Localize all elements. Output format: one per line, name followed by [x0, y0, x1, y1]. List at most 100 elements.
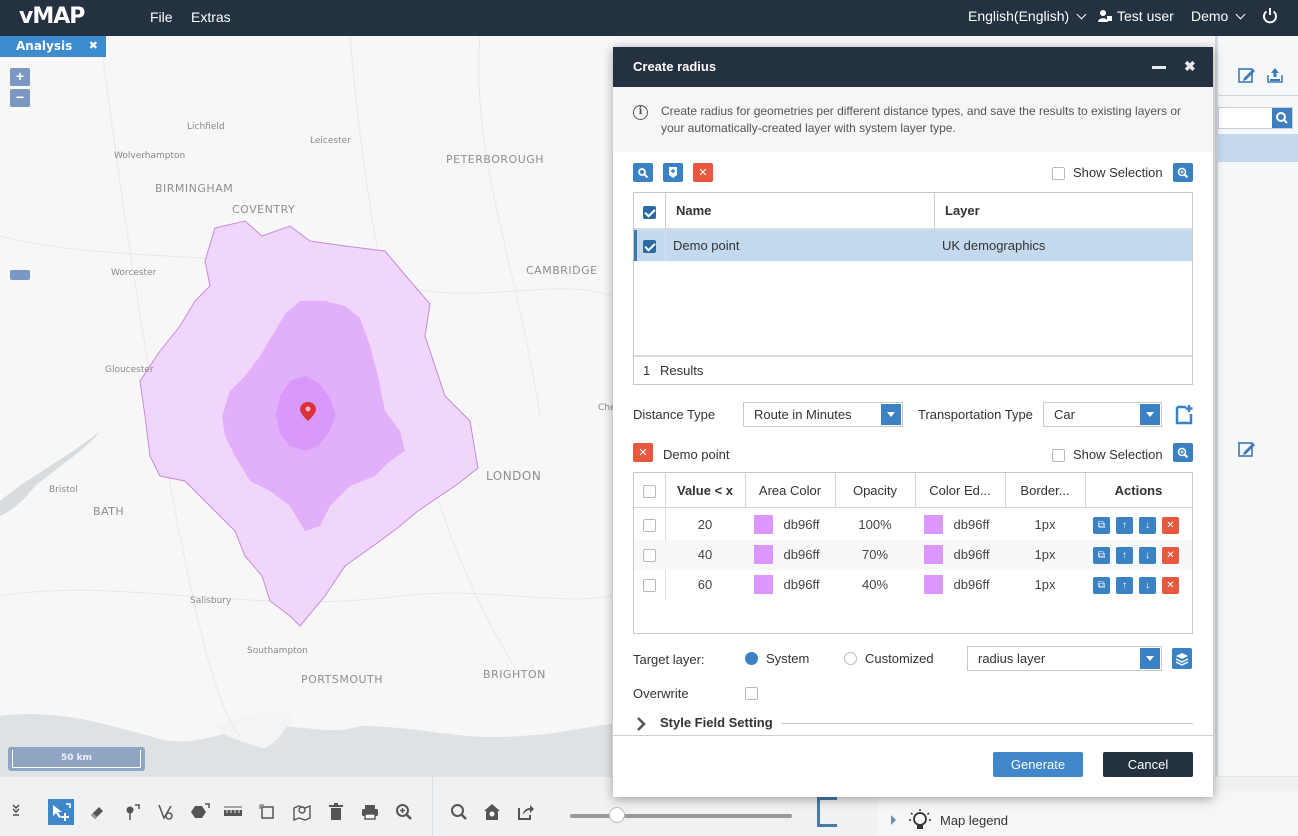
selected-layer-row[interactable]	[1218, 134, 1298, 162]
distance-type-select[interactable]: Route in Minutes	[743, 402, 903, 427]
distance-type-label: Distance Type	[633, 407, 716, 422]
copy-icon: ⧉	[1097, 550, 1106, 561]
share-button[interactable]	[513, 799, 539, 825]
map-location-button[interactable]	[289, 799, 315, 825]
delete-row-button[interactable]: ✕	[1162, 577, 1179, 594]
panel-handle[interactable]	[10, 270, 30, 280]
menu-extras[interactable]: Extras	[191, 9, 231, 25]
select-all-checkbox[interactable]	[643, 206, 656, 219]
area-color-swatch[interactable]	[754, 515, 773, 534]
delete-row-button[interactable]: ✕	[1162, 517, 1179, 534]
table-row[interactable]: 60 db96ff 40% db96ff 1px ⧉ ↑ ↓ ✕	[634, 570, 1192, 600]
transportation-type-select[interactable]: Car	[1043, 402, 1162, 427]
delete-row-button[interactable]: ✕	[1162, 547, 1179, 564]
show-selection-checkbox[interactable]	[1052, 449, 1065, 462]
edge-color-swatch[interactable]	[924, 515, 943, 534]
move-up-button[interactable]: ↑	[1116, 517, 1133, 534]
edge-color-swatch[interactable]	[924, 545, 943, 564]
select-tool-button[interactable]	[48, 799, 74, 825]
eraser-tool-button[interactable]	[84, 799, 110, 825]
column-header-edge-color[interactable]: Color Ed...	[915, 483, 1005, 498]
tab-analysis[interactable]: Analysis ✖	[0, 36, 106, 57]
table-row[interactable]: 40 db96ff 70% db96ff 1px ⧉ ↑ ↓ ✕	[634, 540, 1192, 570]
show-selection-checkbox[interactable]	[1052, 167, 1065, 180]
move-up-button[interactable]: ↑	[1116, 577, 1133, 594]
map-legend-panel[interactable]: Map legend	[877, 791, 1298, 836]
table-header: Name Layer	[634, 193, 1192, 230]
target-layer-select[interactable]: radius layer	[967, 646, 1162, 671]
duplicate-button[interactable]: ⧉	[1093, 577, 1110, 594]
cancel-button[interactable]: Cancel	[1103, 752, 1193, 777]
severn-estuary	[0, 431, 100, 516]
print-button[interactable]	[357, 799, 383, 825]
close-icon[interactable]: ✖	[89, 39, 98, 52]
select-all-checkbox[interactable]	[643, 485, 656, 498]
edge-color-swatch[interactable]	[924, 575, 943, 594]
generate-button[interactable]: Generate	[993, 752, 1083, 777]
column-header-area-color[interactable]: Area Color	[745, 483, 835, 498]
move-down-button[interactable]: ↓	[1139, 547, 1156, 564]
zoom-to-selection-button[interactable]	[1173, 163, 1193, 182]
edit-icon[interactable]	[1238, 66, 1256, 84]
table-row[interactable]: 20 db96ff 100% db96ff 1px ⧉ ↑ ↓ ✕	[634, 510, 1192, 540]
close-button[interactable]: ✖	[1184, 58, 1196, 75]
row-checkbox[interactable]	[643, 549, 656, 562]
duplicate-button[interactable]: ⧉	[1093, 517, 1110, 534]
delete-button[interactable]	[323, 799, 349, 825]
row-value: 20	[697, 517, 713, 532]
basemap-toggle-button[interactable]	[817, 797, 837, 827]
column-header-opacity[interactable]: Opacity	[835, 483, 915, 498]
move-down-button[interactable]: ↓	[1139, 517, 1156, 534]
menu-file[interactable]: File	[150, 9, 173, 25]
edit-icon[interactable]	[1238, 440, 1256, 458]
dialog-header[interactable]: Create radius ✖	[613, 47, 1213, 87]
map-label: Worcester	[111, 268, 157, 278]
search-button[interactable]	[1272, 108, 1292, 128]
logout-button[interactable]	[1262, 7, 1278, 25]
zoom-to-selection-button[interactable]	[1173, 443, 1193, 462]
row-checkbox[interactable]	[643, 579, 656, 592]
remove-geometry-button[interactable]: ✕	[693, 163, 713, 182]
move-down-button[interactable]: ↓	[1139, 577, 1156, 594]
target-customized-radio[interactable]	[844, 652, 857, 665]
overwrite-checkbox[interactable]	[745, 687, 758, 700]
geometry-table: Name Layer Demo point UK demographics 1 …	[633, 192, 1193, 385]
opacity-slider-handle[interactable]	[608, 807, 625, 823]
row-checkbox[interactable]	[643, 240, 656, 253]
workspace-dropdown[interactable]: Demo	[1191, 8, 1248, 24]
collapse-toolbar-button[interactable]	[3, 797, 29, 823]
minimize-button[interactable]	[1152, 55, 1166, 76]
draw-line-button[interactable]	[153, 799, 179, 825]
duplicate-button[interactable]: ⧉	[1093, 547, 1110, 564]
column-header-name[interactable]: Name	[676, 203, 711, 218]
column-header-border[interactable]: Border...	[1005, 483, 1085, 498]
home-extent-button[interactable]	[479, 799, 505, 825]
search-geometry-button[interactable]	[633, 163, 653, 182]
table-row[interactable]: Demo point UK demographics	[634, 230, 1192, 261]
column-header-layer[interactable]: Layer	[945, 203, 980, 218]
draw-polygon-button[interactable]	[187, 799, 213, 825]
row-checkbox[interactable]	[643, 519, 656, 532]
layer-manager-button[interactable]	[1172, 648, 1192, 669]
target-system-radio[interactable]	[745, 652, 758, 665]
zoom-in-button[interactable]: +	[10, 68, 30, 86]
zoom-out-button[interactable]: −	[10, 89, 30, 107]
column-header-value[interactable]: Value < x	[665, 483, 745, 498]
user-menu[interactable]: Test user	[1097, 8, 1174, 24]
measure-button[interactable]	[220, 799, 246, 825]
style-field-setting-toggle[interactable]: Style Field Setting	[633, 714, 1193, 734]
search-map-button[interactable]	[446, 799, 472, 825]
add-range-button[interactable]	[1174, 404, 1194, 425]
move-up-button[interactable]: ↑	[1116, 547, 1133, 564]
layer-search-input[interactable]	[1218, 107, 1293, 129]
language-dropdown[interactable]: English(English)	[968, 8, 1089, 24]
opacity-slider-track[interactable]	[570, 814, 792, 818]
upload-icon[interactable]	[1266, 66, 1284, 84]
draw-point-button[interactable]	[119, 799, 145, 825]
area-color-swatch[interactable]	[754, 575, 773, 594]
zoom-to-button[interactable]	[391, 799, 417, 825]
remove-current-geometry-button[interactable]: ✕	[633, 443, 653, 462]
extent-button[interactable]	[254, 799, 280, 825]
area-color-swatch[interactable]	[754, 545, 773, 564]
add-location-button[interactable]	[663, 163, 683, 182]
